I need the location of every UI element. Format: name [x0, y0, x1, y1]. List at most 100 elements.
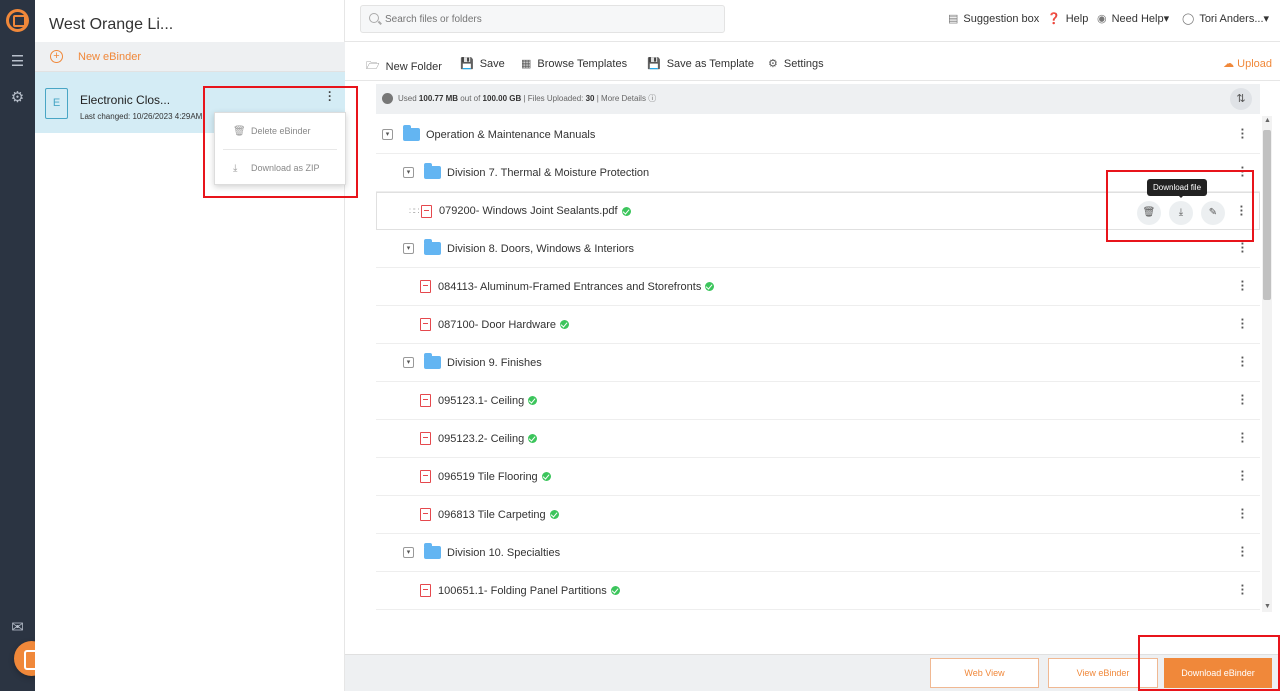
browse-templates-button[interactable]: ▦ Browse Templates — [521, 57, 628, 71]
drag-handle-icon[interactable]: ∷∷ — [409, 206, 420, 217]
file-row[interactable]: 096519 Tile Flooring · · · — [376, 458, 1260, 496]
settings-button[interactable]: ⚙ Settings — [768, 57, 824, 71]
help-link[interactable]: ❓ Help — [1047, 12, 1088, 26]
menu-item-download-zip[interactable]: ⤓ Download as ZIP — [215, 150, 345, 186]
folder-name[interactable]: Division 10. Specialties — [447, 547, 560, 559]
plus-circle-icon: + — [50, 50, 63, 63]
save-button[interactable]: 💾 Save — [460, 57, 505, 71]
search-input[interactable] — [385, 12, 705, 26]
suggestion-box-link[interactable]: ▤ Suggestion box — [948, 12, 1040, 26]
view-ebinder-button[interactable]: View eBinder — [1048, 658, 1158, 688]
file-name[interactable]: 100651.1- Folding Panel Partitions — [438, 585, 607, 597]
folder-row[interactable]: ▾ Division 9. Finishes · · · — [376, 344, 1260, 382]
file-row[interactable]: 095123.1- Ceiling · · · — [376, 382, 1260, 420]
collapse-toggle-icon[interactable]: ▾ — [403, 357, 414, 368]
top-bar: ▤ Suggestion box ❓ Help ◉ Need Help▾ ◯ T… — [345, 0, 1280, 42]
trash-icon[interactable]: 🗑 — [1137, 201, 1161, 225]
chat-bubble-icon: ▤ — [948, 13, 959, 25]
mail-icon[interactable]: ✉ — [9, 619, 26, 636]
new-ebinder-button[interactable]: + New eBinder — [35, 42, 345, 72]
scrollbar[interactable]: ▲ ▼ — [1262, 116, 1272, 612]
collapse-toggle-icon[interactable]: ▾ — [403, 167, 414, 178]
app-logo[interactable] — [6, 9, 29, 32]
folder-row[interactable]: ▾ Division 7. Thermal & Moisture Protecti… — [376, 154, 1260, 192]
total-value: 100.00 GB — [482, 94, 522, 103]
more-options-icon[interactable]: · · · — [1241, 389, 1245, 410]
more-options-icon[interactable]: · · · — [1241, 237, 1245, 258]
file-row[interactable]: 095123.2- Ceiling · · · — [376, 420, 1260, 458]
scroll-up-icon[interactable]: ▲ — [1264, 117, 1271, 124]
menu-item-delete-ebinder[interactable]: 🗑 Delete eBinder — [215, 113, 345, 149]
download-icon: ⤓ — [233, 162, 238, 174]
more-options-icon[interactable]: · · · — [1240, 200, 1244, 221]
support-icon: ◉ — [1097, 13, 1107, 25]
file-name[interactable]: 079200- Windows Joint Sealants.pdf — [439, 205, 618, 217]
pencil-icon[interactable]: ✎ — [1201, 201, 1225, 225]
more-options-icon[interactable]: · · · — [1241, 427, 1245, 448]
file-name[interactable]: 095123.2- Ceiling — [438, 433, 524, 445]
storage-summary: Used 100.77 MB out of 100.00 GB | Files … — [398, 93, 656, 104]
check-circle-icon — [560, 320, 570, 329]
web-view-button[interactable]: Web View — [930, 658, 1039, 688]
folder-name[interactable]: Division 7. Thermal & Moisture Protectio… — [447, 167, 649, 179]
more-options-icon[interactable]: · · · — [1241, 313, 1245, 334]
more-options-icon[interactable]: · · · — [1241, 161, 1245, 182]
save-as-template-button[interactable]: 💾 Save as Template — [647, 57, 754, 71]
folder-row[interactable]: ▾ Operation & Maintenance Manuals · · · — [376, 116, 1260, 154]
scrollbar-thumb[interactable] — [1263, 130, 1271, 300]
suggestion-box-label: Suggestion box — [963, 12, 1040, 25]
floppy-icon: 💾 — [647, 58, 661, 70]
file-name[interactable]: 084113- Aluminum-Framed Entrances and St… — [438, 281, 701, 293]
check-circle-icon — [610, 586, 620, 595]
file-row[interactable]: 087100- Door Hardware · · · — [376, 306, 1260, 344]
file-name[interactable]: 087100- Door Hardware — [438, 319, 556, 331]
more-options-icon[interactable]: · · · — [1241, 503, 1245, 524]
file-row[interactable]: 084113- Aluminum-Framed Entrances and St… — [376, 268, 1260, 306]
download-icon[interactable]: ⤓ — [1169, 201, 1193, 225]
download-ebinder-button[interactable]: Download eBinder — [1164, 658, 1272, 688]
browse-templates-label: Browse Templates — [537, 57, 628, 70]
more-options-icon[interactable]: · · · — [1241, 579, 1245, 600]
action-toolbar: 🗁 New Folder 💾 Save ▦ Browse Templates 💾… — [345, 43, 1280, 81]
file-row[interactable]: 096813 Tile Carpeting · · · — [376, 496, 1260, 534]
menu-item-label: Download as ZIP — [251, 163, 320, 173]
ebinder-context-menu: 🗑 Delete eBinder ⤓ Download as ZIP — [214, 112, 346, 185]
collapse-toggle-icon[interactable]: ▾ — [382, 129, 393, 140]
new-folder-button[interactable]: 🗁 New Folder — [366, 57, 442, 76]
more-options-icon[interactable]: · · · — [1241, 541, 1245, 562]
more-options-icon[interactable]: · · · — [1241, 275, 1245, 296]
layers-icon[interactable]: ☰ — [9, 53, 26, 70]
scroll-down-icon[interactable]: ▼ — [1264, 603, 1271, 610]
gear-icon[interactable]: ⚙ — [9, 89, 26, 106]
collapse-toggle-icon[interactable]: ▾ — [403, 547, 414, 558]
sort-icon[interactable]: ⇅ — [1230, 88, 1252, 110]
question-icon: ❓ — [1047, 13, 1061, 25]
folder-name[interactable]: Operation & Maintenance Manuals — [426, 129, 595, 141]
info-icon[interactable]: ⓘ — [648, 94, 656, 103]
user-menu[interactable]: ◯ Tori Anders...▾ — [1182, 12, 1269, 25]
file-row[interactable]: 100651.1- Folding Panel Partitions · · · — [376, 572, 1260, 610]
search-box[interactable] — [360, 5, 725, 33]
pdf-file-icon — [420, 432, 431, 445]
more-options-icon[interactable]: · · · — [1241, 123, 1245, 144]
upload-button[interactable]: ☁ Upload — [1223, 57, 1272, 70]
more-options-icon[interactable]: · · · — [1241, 465, 1245, 486]
more-options-icon[interactable]: · · · — [1241, 351, 1245, 372]
folder-row[interactable]: ▾ Division 10. Specialties · · · — [376, 534, 1260, 572]
folder-name[interactable]: Division 8. Doors, Windows & Interiors — [447, 243, 634, 255]
gear-icon: ⚙ — [768, 58, 778, 70]
folder-row[interactable]: ▾ Division 8. Doors, Windows & Interiors ·… — [376, 230, 1260, 268]
collapse-toggle-icon[interactable]: ▾ — [403, 243, 414, 254]
file-name[interactable]: 096519 Tile Flooring — [438, 471, 538, 483]
out-of-label: out of — [460, 94, 481, 103]
folder-name[interactable]: Division 9. Finishes — [447, 357, 542, 369]
file-row[interactable]: ∷∷ 079200- Windows Joint Sealants.pdf 🗑 ⤓ ✎ ·… — [376, 192, 1260, 230]
file-name[interactable]: 096813 Tile Carpeting — [438, 509, 546, 521]
menu-item-label: Delete eBinder — [251, 126, 311, 136]
file-name[interactable]: 095123.1- Ceiling — [438, 395, 524, 407]
need-help-dropdown[interactable]: ◉ Need Help▾ — [1097, 12, 1169, 25]
chevron-down-icon[interactable] — [382, 93, 393, 104]
save-label: Save — [479, 57, 505, 70]
ebinder-more-icon[interactable]: · · · — [325, 86, 335, 106]
more-details-link[interactable]: | More Details — [597, 94, 646, 103]
